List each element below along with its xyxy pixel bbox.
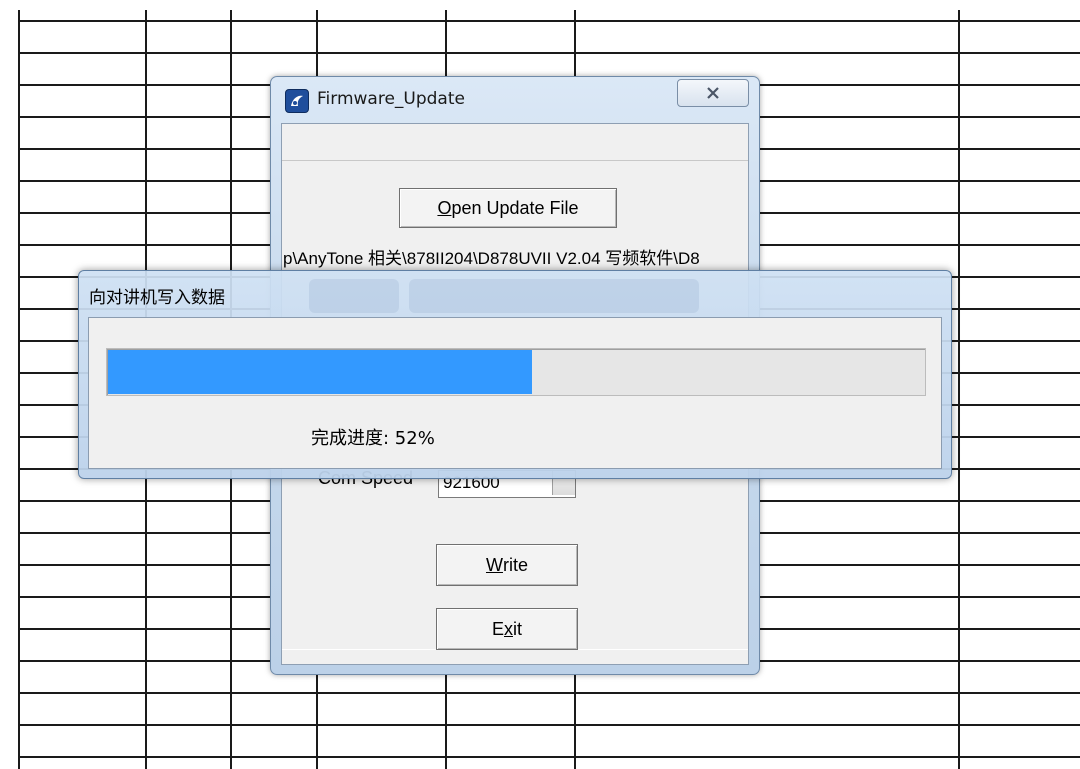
anytone-app-icon bbox=[285, 89, 309, 113]
progress-bar-fill bbox=[108, 350, 532, 394]
progress-bar bbox=[106, 348, 926, 396]
write-progress-dialog: 向对讲机写入数据 完成进度: 52% bbox=[78, 270, 952, 479]
progress-dialog-title: 向对讲机写入数据 bbox=[89, 288, 225, 308]
ghost-model-field bbox=[409, 279, 699, 313]
exit-button[interactable]: Ex it bbox=[436, 608, 578, 650]
progress-client-area: 完成进度: 52% bbox=[88, 317, 942, 469]
exit-label-pre: E bbox=[491, 618, 504, 639]
exit-mnemonic: x bbox=[504, 618, 513, 639]
exit-label-rest: it bbox=[513, 618, 522, 639]
close-x-icon bbox=[707, 87, 719, 99]
close-button[interactable] bbox=[677, 79, 749, 107]
write-button[interactable]: Write bbox=[436, 544, 578, 586]
file-path-text: p\AnyTone 相关\878II204\D878UVII V2.04 写频软… bbox=[283, 249, 700, 268]
progress-percent-label: 完成进度: 52% bbox=[311, 428, 435, 449]
firmware-window-title: Firmware_Update bbox=[317, 89, 465, 109]
open-update-file-button[interactable]: Open Update File bbox=[399, 188, 617, 228]
write-label-rest: rite bbox=[502, 554, 528, 575]
open-mnemonic: O bbox=[437, 197, 452, 218]
write-mnemonic: W bbox=[485, 554, 503, 575]
ghost-model-label bbox=[309, 279, 399, 313]
open-label-rest: pen Update File bbox=[451, 197, 579, 218]
firmware-titlebar[interactable]: Firmware_Update bbox=[271, 77, 759, 121]
